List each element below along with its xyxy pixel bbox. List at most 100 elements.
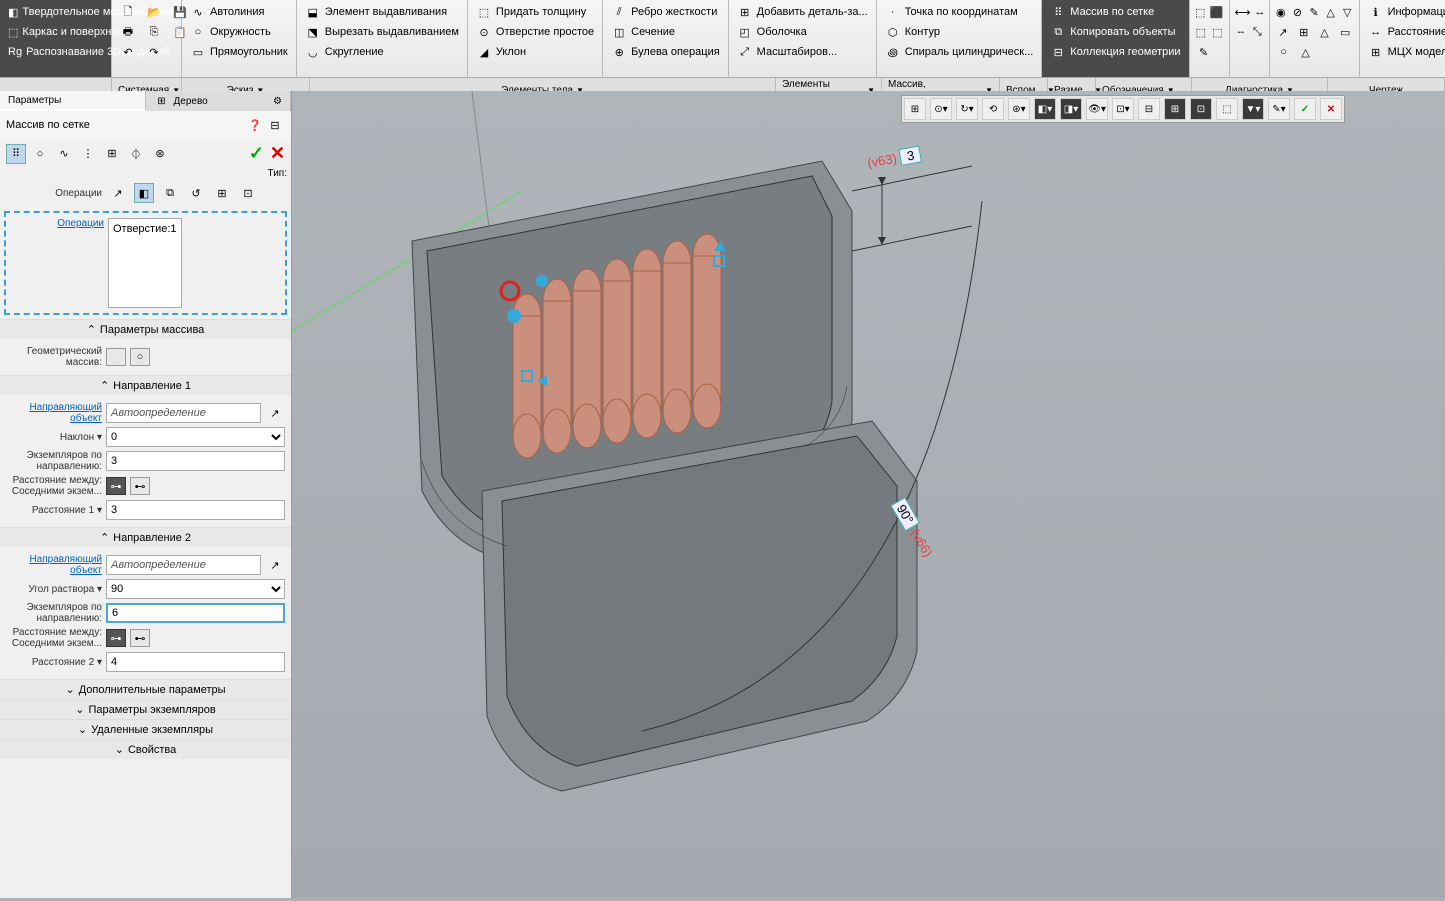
- vt8-button[interactable]: 👁▾: [1086, 98, 1108, 120]
- angle-select[interactable]: 90: [106, 579, 285, 599]
- redo-button[interactable]: ↷: [142, 42, 166, 62]
- autoline-button[interactable]: ∿Автолиния: [186, 2, 292, 22]
- an6-button[interactable]: ↗: [1274, 22, 1293, 42]
- thicken-button[interactable]: ⬚Придать толщину: [472, 2, 598, 22]
- copy-objects-button[interactable]: ⧉Копировать объекты: [1046, 22, 1184, 42]
- vt17-button[interactable]: ✕: [1320, 98, 1342, 120]
- undo-button[interactable]: ↶: [116, 42, 140, 62]
- guide2-input[interactable]: [106, 555, 261, 575]
- add-detail-button[interactable]: ⊞Добавить деталь-за...: [733, 2, 872, 22]
- guide1-label[interactable]: Направляющий объект: [6, 402, 102, 424]
- props-header[interactable]: ⌄Свойства: [0, 739, 291, 759]
- operations-list[interactable]: Отверстие:1: [108, 218, 182, 308]
- gear-icon[interactable]: ⚙: [273, 96, 282, 107]
- an4-button[interactable]: △: [1323, 2, 1338, 22]
- copy-button[interactable]: ⎘: [142, 22, 166, 42]
- fillet-button[interactable]: ◡Скругление: [301, 42, 463, 62]
- an1-button[interactable]: ◉: [1274, 2, 1289, 22]
- aux2-button[interactable]: ⬛: [1209, 2, 1225, 22]
- tree-tab[interactable]: ⊞Дерево⚙: [146, 91, 292, 111]
- solid-modeling-button[interactable]: ◧Твердотельное моделирование: [4, 2, 107, 22]
- wireframe-button[interactable]: ⬚Каркас и поверхности: [4, 22, 107, 42]
- t3-button[interactable]: ⧉: [160, 183, 180, 203]
- an5-button[interactable]: ▽: [1340, 2, 1355, 22]
- spacing1a-button[interactable]: ⊶: [106, 477, 126, 495]
- aux5-button[interactable]: ✎: [1194, 42, 1214, 62]
- open-button[interactable]: 📂: [142, 2, 166, 22]
- inst2-input[interactable]: [106, 603, 285, 623]
- mirror-mode-button[interactable]: ⏀: [126, 144, 146, 164]
- t1-button[interactable]: ↗: [108, 183, 128, 203]
- inst1-input[interactable]: [106, 451, 285, 471]
- distance-button[interactable]: ↔Расстояние и угол: [1364, 22, 1445, 42]
- vt3-button[interactable]: ↻▾: [956, 98, 978, 120]
- shell-button[interactable]: ◰Оболочка: [733, 22, 872, 42]
- instance-params-header[interactable]: ⌄Параметры экземпляров: [0, 699, 291, 719]
- vt6-button[interactable]: ◧▾: [1034, 98, 1056, 120]
- aux4-button[interactable]: ⬚: [1210, 22, 1225, 42]
- new-button[interactable]: 🗋: [116, 2, 140, 22]
- tree-toggle-button[interactable]: ⊟: [265, 115, 285, 135]
- an7-button[interactable]: ⊞: [1294, 22, 1313, 42]
- vt1-button[interactable]: ⊞: [904, 98, 926, 120]
- cancel-button[interactable]: ✕: [270, 143, 285, 164]
- extra-params-header[interactable]: ⌄Дополнительные параметры: [0, 679, 291, 699]
- array-grid-button[interactable]: ⠿Массив по сетке: [1046, 2, 1184, 22]
- vt7-button[interactable]: ◨▾: [1060, 98, 1082, 120]
- cut-extrude-button[interactable]: ⬔Вырезать выдавливанием: [301, 22, 463, 42]
- vt14-button[interactable]: ▼▾: [1242, 98, 1264, 120]
- mcx-button[interactable]: ⊞МЦХ модели: [1364, 42, 1445, 62]
- spiral-button[interactable]: ꩜Спираль цилиндрическ...: [881, 42, 1038, 62]
- rectangle-button[interactable]: ▭Прямоугольник: [186, 42, 292, 62]
- vt15-button[interactable]: ✎▾: [1268, 98, 1290, 120]
- draft-button[interactable]: ◢Уклон: [472, 42, 598, 62]
- an11-button[interactable]: △: [1296, 42, 1316, 62]
- pick2-button[interactable]: ↗: [265, 555, 285, 575]
- point-button[interactable]: ·Точка по координатам: [881, 2, 1038, 22]
- operations-link[interactable]: Операции: [8, 218, 104, 229]
- guide1-input[interactable]: [106, 403, 261, 423]
- hole-button[interactable]: ⊙Отверстие простое: [472, 22, 598, 42]
- vt16-button[interactable]: ✓: [1294, 98, 1316, 120]
- dir1-header[interactable]: ⌃Направление 1: [0, 375, 291, 395]
- aux3-button[interactable]: ⬚: [1194, 22, 1209, 42]
- array-params-header[interactable]: ⌃Параметры массива: [0, 319, 291, 339]
- dim-3-value[interactable]: 3: [899, 145, 923, 165]
- vt2-button[interactable]: ⊙▾: [930, 98, 952, 120]
- aux1-button[interactable]: ⬚: [1194, 2, 1207, 22]
- dim2-button[interactable]: ↔: [1253, 2, 1266, 22]
- spacing1b-button[interactable]: ⊷: [130, 477, 150, 495]
- print-button[interactable]: 🖶: [116, 22, 140, 42]
- table-mode-button[interactable]: ⊞: [102, 144, 122, 164]
- grid-mode-button[interactable]: ⠿: [6, 144, 26, 164]
- scale-button[interactable]: ⤢Масштабиров...: [733, 42, 872, 62]
- spacing2a-button[interactable]: ⊶: [106, 629, 126, 647]
- circ-mode-button[interactable]: ○: [30, 144, 50, 164]
- vt5-button[interactable]: ⊛▾: [1008, 98, 1030, 120]
- pick1-button[interactable]: ↗: [265, 403, 285, 423]
- vt10-button[interactable]: ⊟: [1138, 98, 1160, 120]
- boolean-button[interactable]: ⊕Булева операция: [607, 42, 724, 62]
- rib-button[interactable]: ⫽Ребро жесткости: [607, 2, 724, 22]
- extrude-button[interactable]: ⬓Элемент выдавливания: [301, 2, 463, 22]
- an2-button[interactable]: ⊘: [1290, 2, 1305, 22]
- removed-header[interactable]: ⌄Удаленные экземпляры: [0, 719, 291, 739]
- geom-collection-button[interactable]: ⊟Коллекция геометрии: [1046, 42, 1184, 62]
- info-button[interactable]: ℹИнформация об объекте: [1364, 2, 1445, 22]
- viewport[interactable]: ⊞ ⊙▾ ↻▾ ⟲ ⊛▾ ◧▾ ◨▾ 👁▾ ⊡▾ ⊟ ⊞ ⊡ ⬚ ▼▾ ✎▾ ✓…: [292, 91, 1445, 898]
- vt9-button[interactable]: ⊡▾: [1112, 98, 1134, 120]
- t5-button[interactable]: ⊞: [212, 183, 232, 203]
- extra-mode-button[interactable]: ⊛: [150, 144, 170, 164]
- dist2-input[interactable]: [106, 652, 285, 672]
- spacing2b-button[interactable]: ⊷: [130, 629, 150, 647]
- dir2-header[interactable]: ⌃Направление 2: [0, 527, 291, 547]
- recognition-button[interactable]: RgРаспознавание 3D-моделей: [4, 42, 107, 62]
- curve-mode-button[interactable]: ∿: [54, 144, 74, 164]
- t6-button[interactable]: ⊡: [238, 183, 258, 203]
- an10-button[interactable]: ○: [1274, 42, 1294, 62]
- section-button[interactable]: ◫Сечение: [607, 22, 724, 42]
- dim4-button[interactable]: ⤡: [1250, 22, 1265, 42]
- an8-button[interactable]: △: [1315, 22, 1334, 42]
- guide2-label[interactable]: Направляющий объект: [6, 554, 102, 576]
- help-button[interactable]: ❓: [245, 115, 265, 135]
